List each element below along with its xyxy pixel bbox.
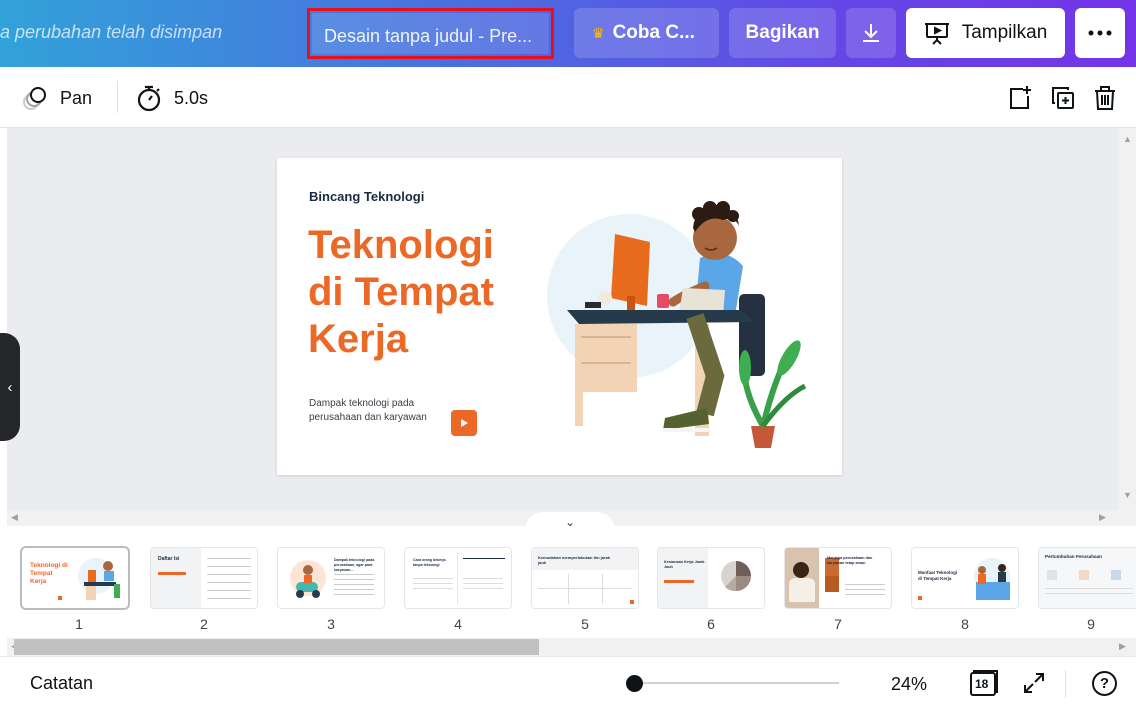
notes-button[interactable]: Catatan [30, 673, 93, 694]
thumb-photo [785, 548, 819, 608]
page-thumbnail-6[interactable]: Kesamaan Kerja Jarak Jauh [658, 548, 764, 608]
page-number-7: 7 [834, 616, 842, 632]
thumb-title: Daftar Isi [158, 556, 180, 562]
page-number-5: 5 [581, 616, 589, 632]
slide-page[interactable]: Bincang Teknologi Teknologi di Tempat Ke… [277, 158, 842, 475]
chevron-left-icon: ‹ [7, 378, 13, 396]
download-button[interactable] [846, 8, 896, 58]
animate-label: Pan [60, 87, 93, 108]
page-number-2: 2 [200, 616, 208, 632]
duplicate-page-icon [1052, 87, 1074, 109]
slide-title[interactable]: Teknologi di Tempat Kerja [308, 222, 538, 363]
page-thumbnail-9[interactable]: Pertumbuhan Perusahaan [1039, 548, 1136, 608]
duration-label: 5.0s [174, 87, 209, 108]
scroll-right-icon[interactable]: ▶ [1119, 641, 1126, 652]
person-at-desk-illustration[interactable] [545, 186, 830, 448]
crown-icon: ♛ [592, 24, 605, 41]
add-page-button[interactable] [1006, 84, 1034, 112]
canvas-vertical-scrollbar[interactable]: ▲ ▼ [1119, 128, 1136, 526]
slide-kicker[interactable]: Bincang Teknologi [309, 189, 424, 204]
design-title-highlight: Desain tanpa judul - Pre... [307, 8, 554, 59]
download-icon [863, 24, 879, 42]
design-title-field[interactable]: Desain tanpa judul - Pre... [312, 13, 549, 54]
page-thumbnail-8[interactable]: Manfaat Teknologi di Tempat Kerja [912, 548, 1018, 608]
page-number-1: 1 [75, 616, 83, 632]
page-thumbnail-5[interactable]: Kemudahan memperlakukan tim jarak jauh [532, 548, 638, 608]
add-page-icon [1010, 86, 1031, 109]
share-label: Bagikan [745, 22, 820, 43]
thumbnails-scroll-thumb[interactable] [14, 639, 539, 655]
duration-button[interactable]: 5.0s [136, 83, 208, 113]
scroll-down-icon[interactable]: ▼ [1123, 490, 1132, 500]
pan-animation-icon [23, 87, 46, 110]
expand-side-panel-button[interactable]: ‹ [0, 333, 20, 441]
try-pro-button[interactable]: ♛ Coba C... [574, 8, 719, 58]
fullscreen-icon[interactable] [1022, 671, 1046, 695]
thumb-title: Menjaga perusahaan dan karyawan tetap am… [827, 556, 873, 565]
slide-subtitle[interactable]: Dampak teknologi pada perusahaan dan kar… [309, 397, 439, 425]
scroll-left-icon[interactable]: ◀ [11, 512, 18, 523]
thumb-illustration [974, 558, 1010, 600]
save-status: a perubahan telah disimpan [0, 22, 223, 42]
page-thumbnail-1[interactable]: Teknologi di Tempat Kerja [22, 548, 128, 608]
page-number-9: 9 [1087, 616, 1095, 632]
page-thumbnail-3[interactable]: Dampak teknologi pada perusahaan, agar p… [278, 548, 384, 608]
zoom-level[interactable]: 24% [891, 674, 927, 695]
thumb-title: Manfaat Teknologi di Tempat Kerja [918, 570, 958, 581]
delete-page-icon [1095, 86, 1115, 110]
footer-divider [1065, 670, 1066, 698]
page-number-6: 6 [707, 616, 715, 632]
scroll-up-icon[interactable]: ▲ [1123, 134, 1132, 144]
thumb-title: Kesamaan Kerja Jarak Jauh [664, 560, 705, 569]
slide-play-button-graphic[interactable] [451, 410, 477, 436]
page-number-3: 3 [327, 616, 335, 632]
page-thumbnail-2[interactable]: Daftar Isi [151, 548, 257, 608]
more-icon [1088, 30, 1112, 36]
thumb-title: Kemudahan memperlakukan tim jarak jauh [538, 555, 611, 565]
share-button[interactable]: Bagikan [729, 8, 836, 58]
duplicate-page-button[interactable] [1049, 84, 1077, 112]
page-number-4: 4 [454, 616, 462, 632]
top-bar: a perubahan telah disimpan Desain tanpa … [0, 0, 1136, 67]
play-icon [461, 419, 468, 427]
thumb-title: Pertumbuhan Perusahaan [1045, 554, 1102, 559]
page-count: 18 [975, 677, 989, 691]
thumb-title: Dampak teknologi pada perusahaan, agar p… [334, 558, 375, 572]
thumb-illustration [78, 558, 120, 600]
page-thumbnail-strip: Teknologi di Tempat Kerja 1 Daftar Isi 2 [0, 526, 1136, 656]
scroll-right-icon[interactable]: ▶ [1099, 512, 1106, 523]
zoom-slider-track[interactable] [628, 682, 839, 684]
more-options-button[interactable] [1075, 8, 1125, 58]
thumb-title: Teknologi di Tempat Kerja [30, 562, 68, 585]
design-canvas[interactable]: ‹ Bincang Teknologi Teknologi di Tempat … [0, 128, 1136, 530]
editor-toolbar: Pan 5.0s [0, 67, 1136, 128]
present-icon [924, 23, 949, 45]
page-number-8: 8 [961, 616, 969, 632]
present-label: Tampilkan [961, 22, 1048, 43]
page-thumbnail-4[interactable]: Cara orang bekerja tanpa teknologi [405, 548, 511, 608]
toolbar-divider [117, 81, 118, 113]
thumbnails-scrollbar[interactable]: ◀ ▶ [7, 638, 1136, 656]
page-thumbnail-7[interactable]: Menjaga perusahaan dan karyawan tetap am… [785, 548, 891, 608]
timer-icon [137, 85, 161, 112]
design-title[interactable]: Desain tanpa judul - Pre... [324, 26, 532, 47]
zoom-slider-handle[interactable] [626, 675, 643, 692]
thumb-title: Cara orang bekerja tanpa teknologi [413, 558, 446, 567]
thumb-accent [58, 596, 62, 600]
side-panel-edge [0, 128, 7, 526]
help-button[interactable]: ? [1092, 671, 1117, 696]
delete-page-button[interactable] [1091, 84, 1119, 112]
animate-button[interactable]: Pan [22, 83, 92, 113]
pie-chart-graphic [721, 561, 751, 592]
thumb-illustration [290, 560, 326, 598]
try-pro-label: Coba C... [612, 22, 695, 43]
editor-footer: Catatan 24% 18 ? [0, 656, 1136, 708]
present-button[interactable]: Tampilkan [906, 8, 1065, 58]
